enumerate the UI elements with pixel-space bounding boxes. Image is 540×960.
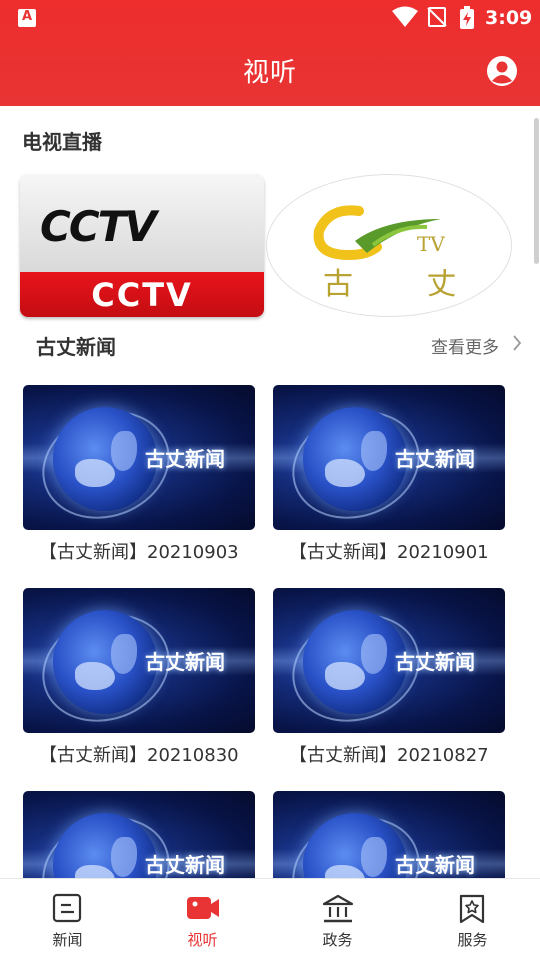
video-thumbnail: 古丈新闻 — [273, 385, 505, 530]
bottom-tab-bar: 新闻 视听 政务 服务 — [0, 878, 540, 960]
video-title: 【古丈新闻】20210901 — [289, 542, 489, 563]
status-time: 3:09 — [485, 7, 533, 29]
video-camera-icon — [187, 897, 219, 919]
thumbnail-caption: 古丈新闻 — [145, 853, 225, 877]
tab-news[interactable]: 新闻 — [0, 879, 135, 960]
status-bar: 3:09 — [0, 0, 540, 36]
news-section-title: 古丈新闻 — [36, 335, 116, 359]
tab-government[interactable]: 政务 — [270, 879, 405, 960]
battery-charging-icon — [460, 6, 474, 29]
thumbnail-caption: 古丈新闻 — [145, 650, 225, 674]
tab-video[interactable]: 视听 — [135, 879, 270, 960]
video-title: 【古丈新闻】20210903 — [39, 542, 239, 563]
tab-news-label: 新闻 — [52, 931, 83, 949]
video-thumbnail: 古丈新闻 — [273, 588, 505, 733]
video-title: 【古丈新闻】20210830 — [39, 745, 239, 766]
wifi-icon — [392, 6, 418, 27]
cctv-logo: CCTV — [40, 202, 157, 251]
chevron-right-icon[interactable] — [512, 335, 522, 351]
app-header: 3:09 视听 — [0, 0, 540, 106]
tab-government-label: 政务 — [322, 931, 353, 949]
cctv-name-band: CCTV — [20, 272, 264, 317]
thumbnail-caption: 古丈新闻 — [395, 447, 475, 471]
user-profile-icon[interactable] — [486, 55, 518, 87]
no-signal-icon — [427, 7, 447, 27]
thumbnail-caption: 古丈新闻 — [395, 853, 475, 877]
view-more-link[interactable]: 查看更多 — [431, 333, 499, 358]
service-bookmark-icon — [459, 894, 485, 924]
guzhang-tv-text: TV — [417, 232, 445, 256]
channel-card-guzhang[interactable]: TV 古 丈 — [266, 174, 512, 317]
government-building-icon — [322, 894, 354, 923]
video-title: 【古丈新闻】20210827 — [289, 745, 489, 766]
channel-card-cctv[interactable]: CCTV CCTV — [20, 174, 264, 317]
news-icon — [52, 893, 82, 923]
page-title: 视听 — [242, 58, 297, 88]
video-thumbnail: 古丈新闻 — [23, 385, 255, 530]
tab-service-label: 服务 — [457, 931, 488, 949]
app-notification-icon — [18, 9, 36, 27]
video-thumbnail: 古丈新闻 — [23, 588, 255, 733]
tab-video-label: 视听 — [187, 931, 218, 949]
tab-service[interactable]: 服务 — [405, 879, 540, 960]
guzhang-channel-name: 古 丈 — [323, 267, 489, 302]
cctv-logo-area: CCTV — [20, 174, 264, 272]
thumbnail-caption: 古丈新闻 — [395, 650, 475, 674]
live-tv-section-title: 电视直播 — [22, 130, 102, 154]
scrollbar[interactable] — [534, 118, 539, 264]
thumbnail-caption: 古丈新闻 — [145, 447, 225, 471]
cctv-channel-name: CCTV — [91, 276, 193, 314]
